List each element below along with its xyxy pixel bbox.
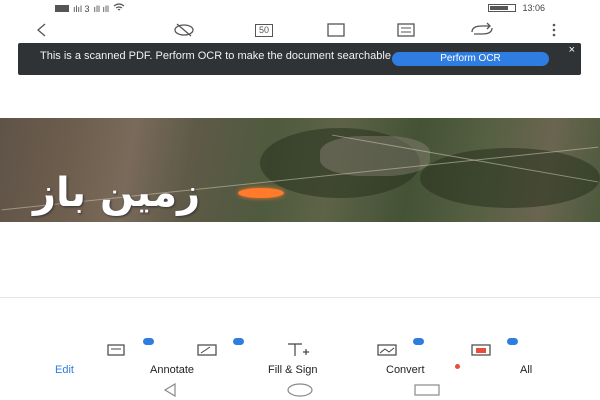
tab-all[interactable]: All	[520, 364, 532, 376]
nav-home-icon[interactable]	[286, 383, 314, 397]
convert-badge	[455, 364, 460, 369]
ocr-banner-message: This is a scanned PDF. Perform OCR to ma…	[40, 50, 391, 62]
page-counter-icon: 50	[254, 23, 273, 37]
signal-icon: ıll ıll	[93, 3, 110, 14]
perform-ocr-button[interactable]: Perform OCR	[392, 52, 549, 66]
bottom-tab-bar: Edit Annotate Fill & Sign Convert All	[0, 364, 600, 378]
top-toolbar: 50	[0, 18, 600, 42]
nav-recents-icon[interactable]	[413, 383, 441, 397]
edit-text-icon	[107, 344, 125, 356]
pdf-icon	[471, 344, 491, 356]
tab-annotate[interactable]: Annotate	[150, 364, 194, 376]
battery-icon	[488, 4, 517, 12]
share-button[interactable]	[464, 18, 500, 42]
sync-icon	[471, 22, 493, 35]
edit-text-tool[interactable]	[106, 338, 154, 358]
thumbnail-icon	[397, 23, 415, 37]
ocr-banner: This is a scanned PDF. Perform OCR to ma…	[18, 43, 581, 75]
page-view-button[interactable]	[322, 18, 350, 42]
add-text-tool[interactable]	[286, 338, 316, 358]
add-image-icon	[377, 344, 397, 356]
highlighted-plot	[238, 188, 284, 198]
new-badge	[233, 338, 244, 345]
nav-back-icon[interactable]	[163, 383, 177, 397]
status-left: ılıl 3 ıll ıll	[55, 3, 125, 14]
more-options-button[interactable]	[546, 18, 562, 42]
annotate-tool[interactable]	[196, 338, 244, 358]
eye-off-button[interactable]	[170, 18, 198, 42]
thumbnail-button[interactable]	[392, 18, 420, 42]
status-bar: ılıl 3 ıll ıll 13:06	[0, 0, 600, 18]
watermark-logo: زمین باز	[33, 170, 201, 216]
page-counter-button[interactable]: 50	[248, 18, 280, 42]
tab-fill-sign[interactable]: Fill & Sign	[268, 364, 318, 376]
tab-edit[interactable]: Edit	[55, 364, 74, 376]
wifi-icon	[113, 3, 125, 14]
reading-mode-icon	[174, 23, 194, 37]
new-badge	[143, 338, 154, 345]
tool-icon-row	[0, 338, 600, 358]
document-divider	[0, 297, 600, 298]
more-vertical-icon	[552, 23, 556, 37]
clock: 13:06	[522, 3, 545, 13]
page-view-icon	[327, 23, 345, 37]
new-badge	[507, 338, 518, 345]
add-text-icon	[288, 343, 309, 356]
status-right: 13:06	[488, 3, 545, 13]
banner-close-icon[interactable]: ×	[569, 45, 575, 56]
annotate-icon	[197, 344, 217, 356]
back-button[interactable]	[30, 18, 54, 42]
system-nav-bar	[0, 381, 600, 400]
add-image-tool[interactable]	[376, 338, 424, 358]
back-arrow-icon	[37, 23, 46, 37]
pdf-tool[interactable]	[470, 338, 518, 358]
carrier-text: ılıl 3	[73, 3, 90, 14]
sim-icon	[55, 5, 69, 12]
new-badge	[413, 338, 424, 345]
tab-convert[interactable]: Convert	[386, 364, 425, 376]
